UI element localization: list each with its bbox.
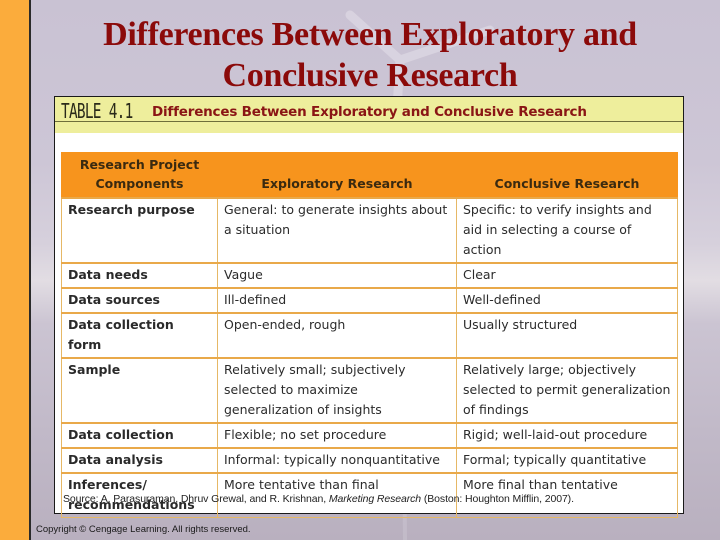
cell-exploratory: Ill-defined [217, 287, 457, 314]
cell-conclusive: Clear [456, 262, 678, 289]
cell-component: Data analysis [61, 447, 218, 474]
cell-component: Data sources [61, 287, 218, 314]
cell-conclusive: Relatively large; objectively selected t… [456, 357, 678, 424]
table-row: Research purpose General: to generate in… [61, 197, 678, 264]
cell-exploratory: Open-ended, rough [217, 312, 457, 359]
cell-conclusive: Formal; typically quantitative [456, 447, 678, 474]
cell-conclusive: Usually structured [456, 312, 678, 359]
cell-exploratory: Vague [217, 262, 457, 289]
table-figure: TABLE 4.1 Differences Between Explorator… [54, 96, 684, 518]
slide-title: Differences Between Exploratory and Conc… [40, 14, 700, 96]
figure-label: TABLE 4.1 [61, 99, 133, 123]
slide-title-line-2: Conclusive Research [222, 57, 518, 94]
slide-title-line-1: Differences Between Exploratory and [103, 16, 637, 53]
cell-exploratory: Relatively small; subjectively selected … [217, 357, 457, 424]
source-suffix: (Boston: Houghton Mifflin, 2007). [421, 493, 574, 505]
source-prefix: Source: A. Parasuraman, Dhruv Grewal, an… [63, 493, 329, 505]
table-row: Data collection Flexible; no set procedu… [61, 422, 678, 449]
table-row: Data analysis Informal: typically nonqua… [61, 447, 678, 474]
cell-conclusive: Rigid; well-laid-out procedure [456, 422, 678, 449]
cell-component: Data collection [61, 422, 218, 449]
cell-conclusive: Well-defined [456, 287, 678, 314]
side-accent-bar [0, 0, 31, 540]
figure-caption: Differences Between Exploratory and Conc… [152, 104, 587, 120]
cell-component: Data needs [61, 262, 218, 289]
comparison-table: Research Project Components Exploratory … [61, 152, 678, 518]
cell-component: Sample [61, 357, 218, 424]
figure-caption-band: TABLE 4.1 Differences Between Explorator… [55, 97, 683, 133]
cell-exploratory: Flexible; no set procedure [217, 422, 457, 449]
cell-component: Research purpose [61, 197, 218, 264]
table-header-row: Research Project Components Exploratory … [61, 152, 678, 198]
cell-conclusive: Specific: to verify insights and aid in … [456, 197, 678, 264]
cell-component: Data collection form [61, 312, 218, 359]
copyright-notice: Copyright © Cengage Learning. All rights… [36, 524, 251, 535]
cell-exploratory: Informal: typically nonquantitative [217, 447, 457, 474]
column-header-components: Research Project Components [61, 152, 218, 198]
table-row: Data sources Ill-defined Well-defined [61, 287, 678, 314]
table-row: Data needs Vague Clear [61, 262, 678, 289]
table-row: Data collection form Open-ended, rough U… [61, 312, 678, 359]
cell-exploratory: General: to generate insights about a si… [217, 197, 457, 264]
caption-underline [55, 121, 683, 122]
source-book-title: Marketing Research [328, 493, 422, 505]
source-citation: Source: A. Parasuraman, Dhruv Grewal, an… [63, 493, 574, 505]
column-header-exploratory: Exploratory Research [217, 152, 457, 198]
column-header-conclusive: Conclusive Research [456, 152, 678, 198]
table-row: Sample Relatively small; subjectively se… [61, 357, 678, 424]
